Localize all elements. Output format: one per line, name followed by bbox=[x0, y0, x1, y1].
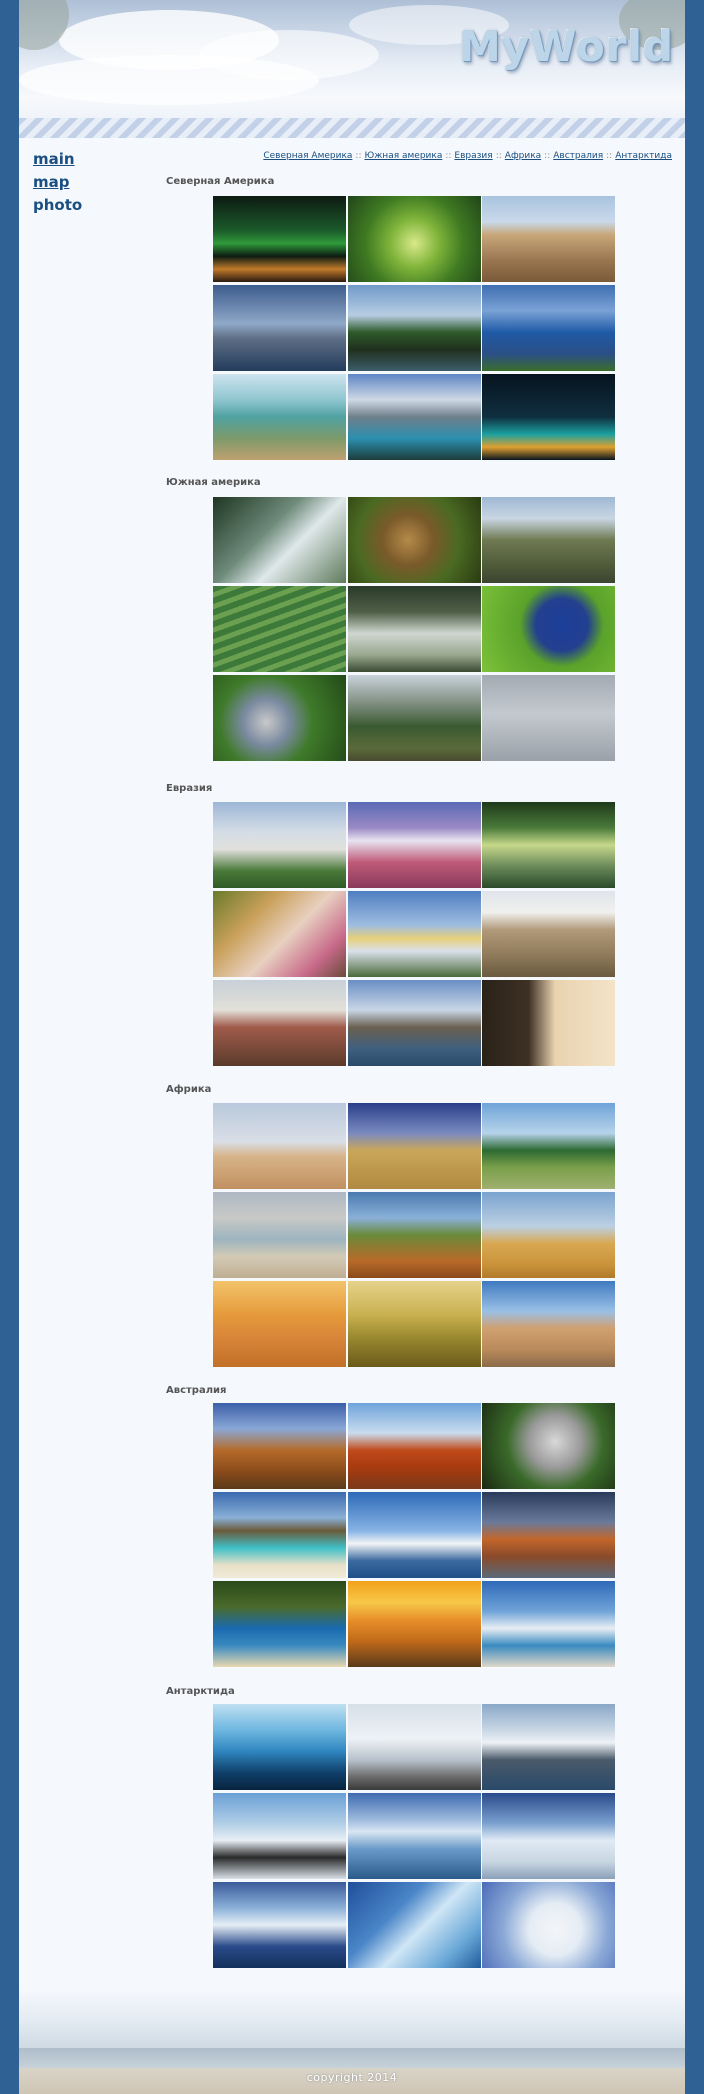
photo-rock-carving[interactable] bbox=[482, 196, 615, 282]
section-title-eurasia: Евразия bbox=[166, 783, 213, 794]
continent-nav: Северная Америка:: Южная америка:: Евразия… bbox=[263, 151, 672, 161]
photo-shoes-sign[interactable] bbox=[213, 1103, 346, 1189]
photo-city-skyline[interactable] bbox=[213, 285, 346, 371]
photo-aurora[interactable] bbox=[213, 196, 346, 282]
photo-polar-bear[interactable] bbox=[482, 1882, 615, 1968]
photo-mountain-lake[interactable] bbox=[347, 374, 481, 460]
nav-separator: :: bbox=[355, 151, 362, 161]
section-title-antarctica: Антарктида bbox=[166, 1686, 235, 1697]
header-banner: MyWorld bbox=[19, 0, 685, 122]
photo-terraces[interactable] bbox=[213, 586, 346, 672]
gallery-south-america bbox=[213, 497, 615, 761]
photo-iceberg-glow[interactable] bbox=[213, 1882, 346, 1968]
continent-link-south-america[interactable]: Южная америка bbox=[364, 151, 442, 161]
photo-outback-hills[interactable] bbox=[213, 1403, 346, 1489]
nav-link-main[interactable]: main bbox=[33, 148, 82, 171]
photo-koala[interactable] bbox=[482, 1403, 615, 1489]
photo-machu-picchu[interactable] bbox=[347, 675, 481, 761]
photo-cathedral[interactable] bbox=[347, 891, 481, 977]
photo-flamingo-lake[interactable] bbox=[213, 1192, 346, 1278]
photo-pyramids[interactable] bbox=[482, 1192, 615, 1278]
photo-mount-fuji[interactable] bbox=[347, 802, 481, 888]
nav-separator: :: bbox=[445, 151, 452, 161]
photo-snowy-peaks[interactable] bbox=[482, 1704, 615, 1790]
photo-uluru[interactable] bbox=[347, 1403, 481, 1489]
photo-himeji-castle[interactable] bbox=[213, 802, 346, 888]
photo-ice-cliff-seals[interactable] bbox=[213, 1704, 346, 1790]
site-logo[interactable]: MyWorld bbox=[459, 22, 674, 71]
gallery-australia bbox=[213, 1403, 615, 1667]
photo-sand-dunes[interactable] bbox=[213, 1281, 346, 1367]
gallery-antarctica bbox=[213, 1704, 615, 1968]
section-title-africa: Африка bbox=[166, 1084, 212, 1095]
continent-link-north-america[interactable]: Северная Америка bbox=[263, 151, 352, 161]
photo-hornbill[interactable] bbox=[213, 675, 346, 761]
photo-elephants[interactable] bbox=[347, 1103, 481, 1189]
photo-forest-path[interactable] bbox=[347, 196, 481, 282]
left-nav: main map photo bbox=[33, 148, 82, 217]
continent-link-africa[interactable]: Африка bbox=[505, 151, 541, 161]
copyright-text: copyright 2014 bbox=[306, 2071, 398, 2084]
continent-link-australia[interactable]: Австралия bbox=[553, 151, 603, 161]
photo-big-ben[interactable] bbox=[347, 980, 481, 1066]
photo-autumn-creek[interactable] bbox=[213, 891, 346, 977]
photo-penguin-colony[interactable] bbox=[213, 1793, 346, 1879]
nav-link-map[interactable]: map bbox=[33, 171, 82, 194]
photo-cheetah[interactable] bbox=[347, 1281, 481, 1367]
photo-penguin-line[interactable] bbox=[347, 1704, 481, 1790]
nav-separator: :: bbox=[606, 151, 613, 161]
photo-christ-redeemer[interactable] bbox=[482, 675, 615, 761]
photo-beach-cove[interactable] bbox=[213, 1581, 346, 1667]
page: MyWorld main map photo Северная Америка:… bbox=[19, 0, 685, 2094]
photo-blue-frog[interactable] bbox=[482, 586, 615, 672]
photo-waterfall[interactable] bbox=[213, 497, 346, 583]
nav-separator: :: bbox=[544, 151, 551, 161]
photo-ice-ship[interactable] bbox=[347, 1793, 481, 1879]
continent-link-antarctica[interactable]: Антарктида bbox=[615, 151, 672, 161]
photo-andes[interactable] bbox=[482, 497, 615, 583]
photo-tower-of-london[interactable] bbox=[482, 891, 615, 977]
photo-desert-village[interactable] bbox=[482, 1281, 615, 1367]
continent-link-eurasia[interactable]: Евразия bbox=[454, 151, 492, 161]
section-title-australia: Австралия bbox=[166, 1385, 227, 1396]
photo-kangaroo-sunset[interactable] bbox=[347, 1581, 481, 1667]
section-title-south-america: Южная америка bbox=[166, 477, 261, 488]
photo-turquoise-bay[interactable] bbox=[213, 1492, 346, 1578]
nav-separator: :: bbox=[495, 151, 502, 161]
photo-giraffes[interactable] bbox=[347, 1192, 481, 1278]
gallery-north-america bbox=[213, 196, 615, 460]
photo-glacier-wall[interactable] bbox=[347, 1882, 481, 1968]
photo-palm-beach[interactable] bbox=[482, 1103, 615, 1189]
photo-gold-coast[interactable] bbox=[482, 1581, 615, 1667]
section-title-north-america: Северная Америка bbox=[166, 176, 275, 187]
photo-crater-lake[interactable] bbox=[347, 586, 481, 672]
gallery-africa bbox=[213, 1103, 615, 1367]
photo-river-valley[interactable] bbox=[482, 285, 615, 371]
photo-sloth[interactable] bbox=[347, 497, 481, 583]
photo-twelve-apostles[interactable] bbox=[482, 1492, 615, 1578]
photo-capitol[interactable] bbox=[347, 285, 481, 371]
photo-red-square[interactable] bbox=[213, 980, 346, 1066]
gallery-eurasia bbox=[213, 802, 615, 1066]
photo-japanese-garden[interactable] bbox=[482, 802, 615, 888]
photo-sydney-opera[interactable] bbox=[347, 1492, 481, 1578]
photo-ice-formation[interactable] bbox=[482, 1793, 615, 1879]
nav-link-photo[interactable]: photo bbox=[33, 194, 82, 217]
photo-eiffel-tower[interactable] bbox=[482, 980, 615, 1066]
photo-niagara[interactable] bbox=[213, 374, 346, 460]
photo-night-city[interactable] bbox=[482, 374, 615, 460]
header-stripe-divider bbox=[19, 118, 685, 138]
